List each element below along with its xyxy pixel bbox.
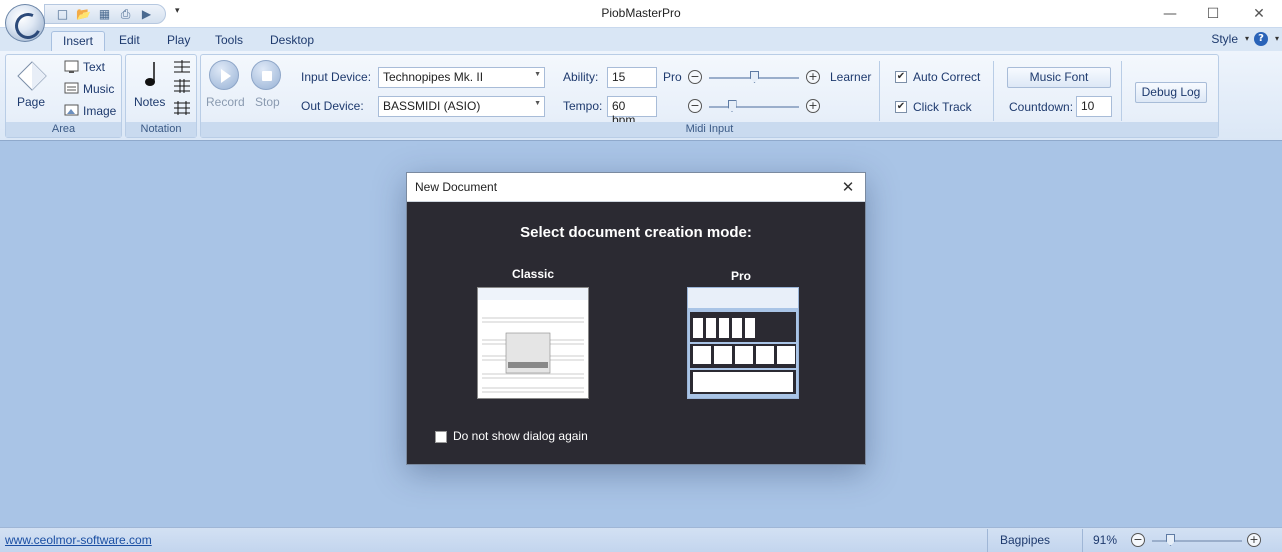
close-icon[interactable]: ✕ [837, 177, 859, 197]
record-button[interactable] [209, 60, 239, 90]
pro-mode-thumbnail[interactable] [687, 287, 799, 399]
dialog-title-bar: New Document ✕ [407, 173, 865, 202]
notation-group-label: Notation [126, 122, 196, 137]
midi-input-group: Record Stop Input Device: Technopipes Mk… [200, 54, 1219, 138]
minimize-icon[interactable]: — [1150, 3, 1190, 25]
divider [1121, 61, 1122, 121]
ability-increase-button[interactable]: + [806, 70, 820, 84]
page-button[interactable]: Page [17, 95, 45, 109]
tempo-slider-thumb[interactable] [727, 100, 737, 112]
new-document-dialog: New Document ✕ Select document creation … [406, 172, 866, 465]
stop-icon [262, 71, 272, 81]
tab-edit[interactable]: Edit [108, 31, 151, 52]
input-device-select[interactable]: Technopipes Mk. II ▼ [378, 67, 545, 88]
window-title: PiobMasterPro [601, 6, 681, 20]
app-menu-button[interactable] [5, 4, 45, 42]
stop-button[interactable] [251, 60, 281, 90]
ability-decrease-button[interactable]: − [688, 70, 702, 84]
tempo-slider[interactable] [709, 106, 799, 108]
ability-input[interactable]: 15 [607, 67, 657, 88]
ability-label: Ability: [563, 70, 599, 84]
input-device-value: Technopipes Mk. II [383, 70, 484, 84]
stop-label: Stop [255, 95, 280, 109]
music-font-button[interactable]: Music Font [1007, 67, 1111, 88]
dialog-heading: Select document creation mode: [520, 224, 752, 241]
dont-show-label[interactable]: Do not show dialog again [453, 429, 588, 443]
classic-mode-label: Classic [511, 267, 555, 281]
divider [993, 61, 994, 121]
tab-tools[interactable]: Tools [204, 31, 254, 52]
music-button[interactable]: Music [83, 82, 114, 96]
classic-preview-image [478, 288, 588, 393]
text-icon [64, 60, 79, 73]
chevron-down-icon: ▼ [534, 71, 541, 78]
dialog-title: New Document [415, 180, 498, 194]
zoom-slider-thumb[interactable] [1166, 534, 1175, 546]
ribbon-tab-row: Insert Edit Play Tools Desktop Style ▾ ?… [0, 28, 1282, 52]
chevron-down-icon[interactable]: ▾ [1275, 34, 1279, 43]
tab-play[interactable]: Play [156, 31, 201, 52]
tempo-input[interactable]: 60 bpm [607, 96, 657, 127]
ability-min-label: Pro [663, 70, 682, 84]
dont-show-checkbox[interactable] [435, 431, 447, 443]
classic-mode-thumbnail[interactable] [477, 287, 589, 399]
page-icon [17, 61, 47, 91]
zoom-out-button[interactable]: − [1131, 533, 1145, 547]
countdown-label: Countdown: [1009, 100, 1074, 114]
area-group: Page Text Music Image Area [5, 54, 122, 138]
notes-button[interactable]: Notes [134, 95, 165, 109]
notation-group: Notes Notation [125, 54, 197, 138]
help-icon[interactable]: ? [1254, 32, 1268, 46]
tempo-decrease-button[interactable]: − [688, 99, 702, 113]
midi-input-group-label: Midi Input [201, 122, 1218, 137]
maximize-icon[interactable]: ☐ [1193, 3, 1233, 25]
text-button[interactable]: Text [83, 60, 105, 74]
zoom-in-button[interactable]: + [1247, 533, 1261, 547]
status-bar: www.ceolmor-software.com Bagpipes 91% − … [0, 527, 1282, 552]
countdown-input[interactable]: 10 [1076, 96, 1112, 117]
tempo-label: Tempo: [563, 99, 603, 113]
style-menu[interactable]: Style [1211, 32, 1238, 46]
website-link[interactable]: www.ceolmor-software.com [5, 533, 152, 547]
chevron-down-icon[interactable]: ▾ [1245, 34, 1249, 43]
tempo-increase-button[interactable]: + [806, 99, 820, 113]
pro-mode-label: Pro [730, 269, 751, 283]
click-track-label[interactable]: Click Track [913, 100, 972, 114]
chevron-down-icon: ▼ [534, 100, 541, 107]
area-group-label: Area [6, 122, 121, 137]
out-device-label: Out Device: [301, 99, 364, 113]
divider [879, 61, 880, 121]
debug-log-button[interactable]: Debug Log [1135, 82, 1207, 103]
auto-correct-checkbox[interactable]: ✔ [895, 71, 907, 83]
play-icon [221, 69, 231, 83]
title-bar: □ 📂 ▦ ⎙ ▶ ▾ PiobMasterPro — ☐ ✕ [0, 0, 1282, 28]
ribbon: Page Text Music Image Area Notes Notatio… [0, 51, 1282, 141]
note-icon [145, 62, 155, 86]
music-icon [64, 82, 79, 94]
tab-insert[interactable]: Insert [51, 31, 106, 52]
pro-preview-image [688, 288, 798, 394]
embellishments-icon[interactable] [173, 59, 191, 119]
input-device-label: Input Device: [301, 70, 372, 84]
out-device-value: BASSMIDI (ASIO) [383, 99, 481, 113]
instrument-status: Bagpipes [987, 529, 1082, 552]
click-track-checkbox[interactable]: ✔ [895, 101, 907, 113]
auto-correct-label[interactable]: Auto Correct [913, 70, 980, 84]
zoom-level: 91% [1082, 529, 1124, 552]
zoom-slider[interactable] [1152, 540, 1242, 542]
ability-max-label: Learner [830, 70, 872, 84]
record-label: Record [206, 95, 245, 109]
image-button[interactable]: Image [83, 104, 116, 118]
out-device-select[interactable]: BASSMIDI (ASIO) ▼ [378, 96, 545, 117]
image-icon [64, 104, 79, 116]
ability-slider-thumb[interactable] [750, 71, 759, 83]
close-icon[interactable]: ✕ [1239, 3, 1279, 25]
tab-desktop[interactable]: Desktop [259, 31, 325, 52]
